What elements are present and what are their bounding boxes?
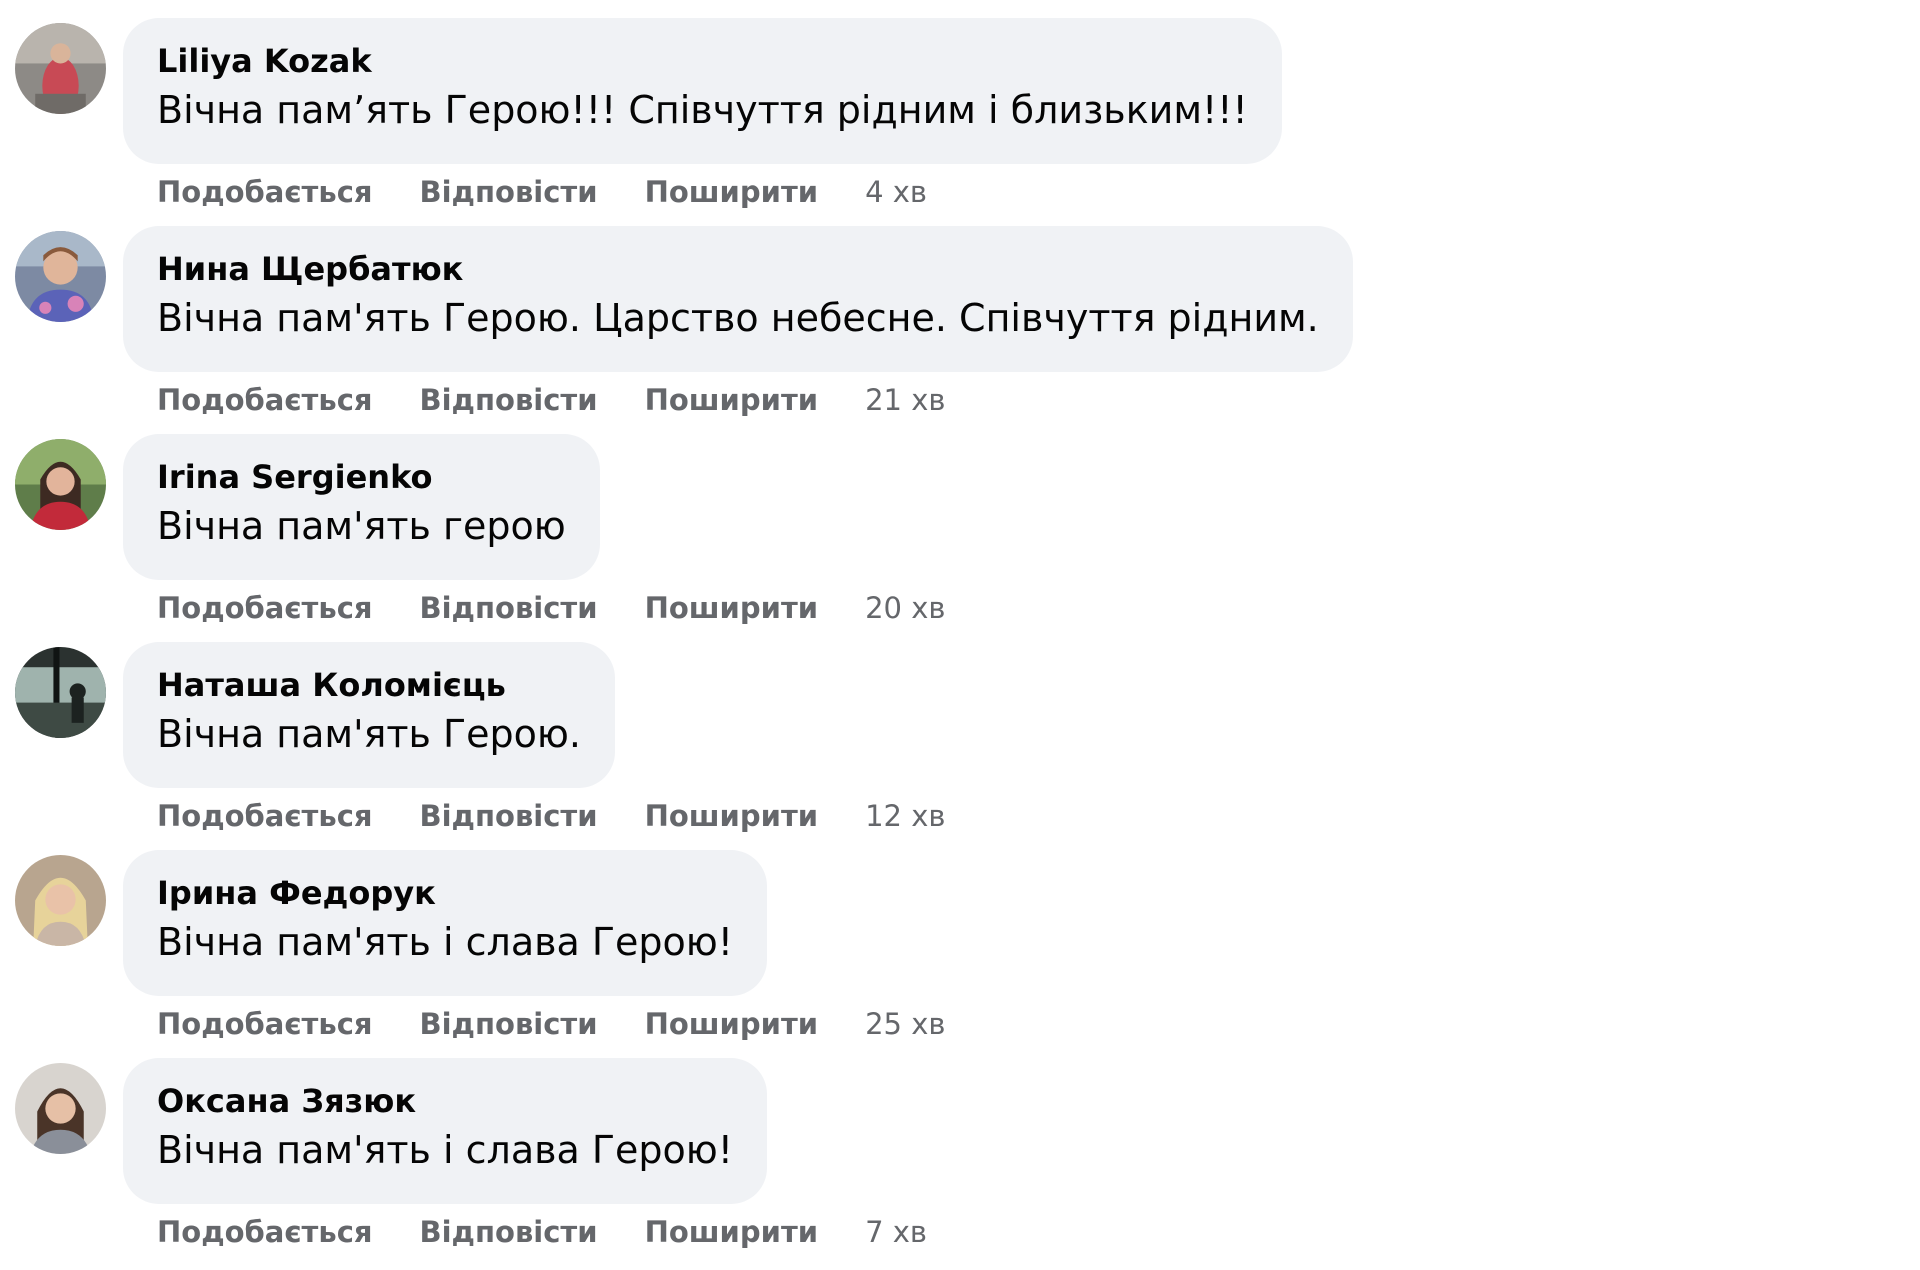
comment-actions: Подобається Відповісти Поширити 20 хв: [157, 588, 945, 628]
comment-author[interactable]: Liliya Kozak: [157, 42, 1248, 80]
reply-button[interactable]: Відповісти: [420, 1004, 598, 1044]
comment-bubble: Нина Щербатюк Вічна пам'ять Герою. Царст…: [123, 226, 1353, 372]
comment-actions: Подобається Відповісти Поширити 21 хв: [157, 380, 945, 420]
comment: Liliya Kozak Вічна пам’ять Герою!!! Спів…: [0, 18, 1920, 226]
comment-actions: Подобається Відповісти Поширити 12 хв: [157, 796, 945, 836]
comment-actions: Подобається Відповісти Поширити 7 хв: [157, 1212, 927, 1252]
comment-bubble: Liliya Kozak Вічна пам’ять Герою!!! Спів…: [123, 18, 1282, 164]
comment-author[interactable]: Наташа Коломієць: [157, 666, 581, 704]
comment-bubble: Irina Sergienko Вічна пам'ять герою: [123, 434, 600, 580]
comment-text: Вічна пам'ять герою: [157, 504, 566, 548]
comment-bubble: Наташа Коломієць Вічна пам'ять Герою.: [123, 642, 615, 788]
share-button[interactable]: Поширити: [645, 1004, 819, 1044]
comment-text: Вічна пам'ять і слава Герою!: [157, 1128, 734, 1172]
comment-author[interactable]: Оксана Зязюк: [157, 1082, 733, 1120]
comment-author[interactable]: Irina Sergienko: [157, 458, 566, 496]
comment-timestamp[interactable]: 7 хв: [865, 1212, 927, 1252]
like-button[interactable]: Подобається: [157, 380, 373, 420]
comment-bubble: Ірина Федорук Вічна пам'ять і слава Геро…: [123, 850, 768, 996]
comment-text: Вічна пам'ять і слава Герою!: [157, 920, 734, 964]
comment: Ірина Федорук Вічна пам'ять і слава Геро…: [0, 850, 1920, 1058]
comment-author[interactable]: Ірина Федорук: [157, 874, 733, 912]
comment-bubble: Оксана Зязюк Вічна пам'ять і слава Герою…: [123, 1058, 768, 1204]
comment-text: Вічна пам'ять Герою. Царство небесне. Сп…: [157, 296, 1319, 340]
avatar[interactable]: [15, 439, 106, 530]
reply-button[interactable]: Відповісти: [420, 380, 598, 420]
avatar[interactable]: [15, 1063, 106, 1154]
like-button[interactable]: Подобається: [157, 1212, 373, 1252]
comment-timestamp[interactable]: 20 хв: [865, 588, 945, 628]
avatar[interactable]: [15, 23, 106, 114]
like-button[interactable]: Подобається: [157, 1004, 373, 1044]
comment-timestamp[interactable]: 12 хв: [865, 796, 945, 836]
share-button[interactable]: Поширити: [645, 1212, 819, 1252]
comment-actions: Подобається Відповісти Поширити 25 хв: [157, 1004, 945, 1044]
comment-timestamp[interactable]: 4 хв: [865, 172, 927, 212]
avatar[interactable]: [15, 855, 106, 946]
like-button[interactable]: Подобається: [157, 796, 373, 836]
reply-button[interactable]: Відповісти: [420, 796, 598, 836]
comment-author[interactable]: Нина Щербатюк: [157, 250, 1319, 288]
comment: Нина Щербатюк Вічна пам'ять Герою. Царст…: [0, 226, 1920, 434]
reply-button[interactable]: Відповісти: [420, 1212, 598, 1252]
comment: Наташа Коломієць Вічна пам'ять Герою. По…: [0, 642, 1920, 850]
reply-button[interactable]: Відповісти: [420, 172, 598, 212]
comment-text: Вічна пам’ять Герою!!! Співчуття рідним …: [157, 88, 1248, 132]
comment-timestamp[interactable]: 25 хв: [865, 1004, 945, 1044]
comment: Оксана Зязюк Вічна пам'ять і слава Герою…: [0, 1058, 1920, 1266]
share-button[interactable]: Поширити: [645, 172, 819, 212]
avatar[interactable]: [15, 231, 106, 322]
like-button[interactable]: Подобається: [157, 588, 373, 628]
share-button[interactable]: Поширити: [645, 380, 819, 420]
comment-text: Вічна пам'ять Герою.: [157, 712, 581, 756]
comment: Irina Sergienko Вічна пам'ять герою Подо…: [0, 434, 1920, 642]
comment-actions: Подобається Відповісти Поширити 4 хв: [157, 172, 927, 212]
share-button[interactable]: Поширити: [645, 796, 819, 836]
reply-button[interactable]: Відповісти: [420, 588, 598, 628]
comment-timestamp[interactable]: 21 хв: [865, 380, 945, 420]
avatar[interactable]: [15, 647, 106, 738]
share-button[interactable]: Поширити: [645, 588, 819, 628]
like-button[interactable]: Подобається: [157, 172, 373, 212]
